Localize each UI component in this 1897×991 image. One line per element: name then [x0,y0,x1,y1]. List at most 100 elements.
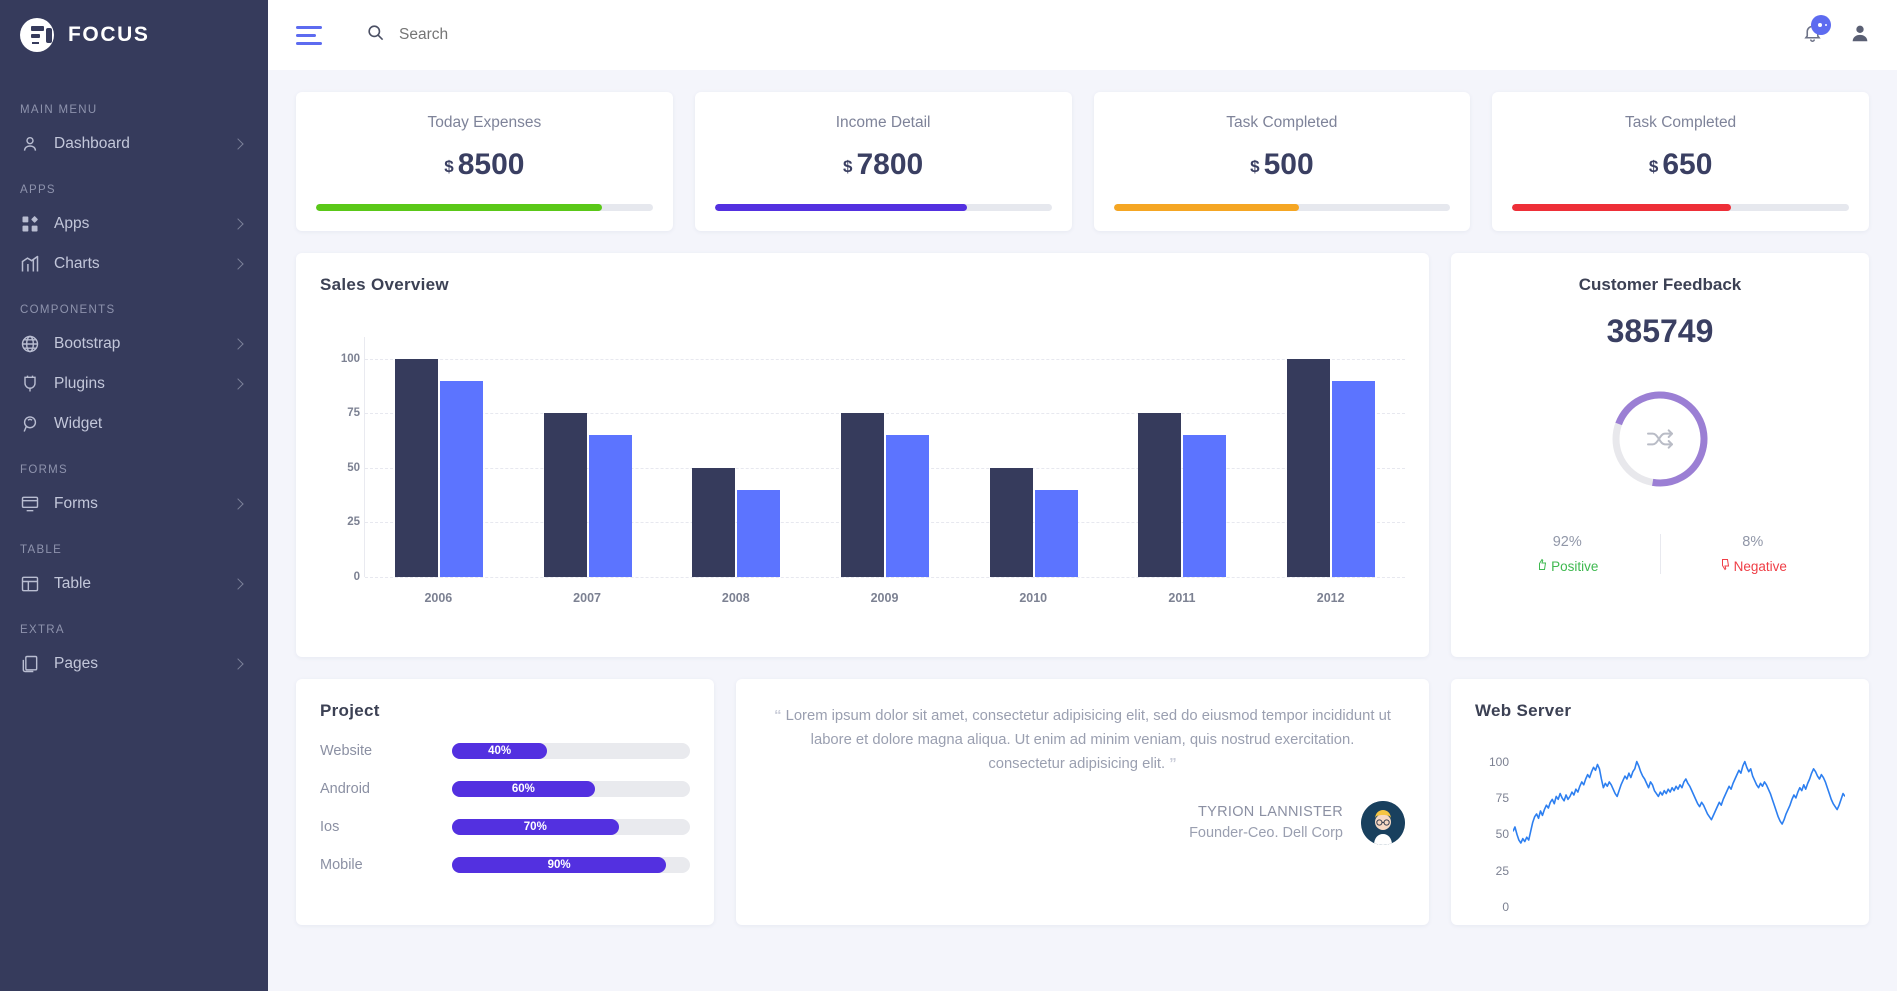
sidebar-item-forms[interactable]: Forms [0,484,268,524]
sales-x-axis: 2006 2007 2008 2009 2010 2011 2012 [364,591,1405,605]
sidebar-section-table: TABLE [20,544,63,556]
sales-bar[interactable] [692,467,736,577]
sidebar-section-apps: APPS [20,184,56,196]
stat-card-value: $500 [1250,148,1314,181]
project-rows: Website 40% Android 60% Ios 70% Mobile 90% [320,743,690,873]
project-percent-label: 70% [523,821,547,833]
sales-x-tick: 2011 [1168,591,1196,605]
search-box[interactable] [366,23,659,47]
sidebar-item-label: Pages [54,655,98,672]
sales-bar[interactable] [1138,413,1182,577]
stat-card: Task Completed $500 [1093,92,1471,231]
sales-bar-group [365,358,514,577]
web-server-y-tick: 50 [1495,827,1509,842]
positive-percent: 92% [1552,534,1582,550]
sidebar-section-main-menu: MAIN MENU [20,104,98,116]
sidebar-item-dashboard[interactable]: Dashboard [0,124,268,164]
project-card: Project Website 40% Android 60% Ios 70% Mobile… [296,679,714,925]
project-progress-track: 60% [452,781,690,797]
hamburger-icon[interactable] [296,21,322,50]
sidebar-section-extra: EXTRA [20,624,65,636]
close-quote-icon: ” [1169,755,1177,772]
chevron-right-icon [232,378,244,390]
sidebar-item-label: Charts [54,255,100,272]
project-progress-track: 90% [452,857,690,873]
stat-progress-track [1113,204,1451,211]
project-progress-fill[interactable]: 40% [452,743,548,759]
search-input[interactable] [399,26,659,44]
thumbs-down-icon [1719,558,1731,574]
stat-progress-fill [714,204,968,211]
chevron-right-icon [232,138,244,150]
sales-x-tick: 2012 [1316,591,1345,605]
user-avatar-icon[interactable] [1849,22,1871,49]
sidebar-item-table[interactable]: Table [0,564,268,604]
project-progress-fill[interactable]: 90% [452,857,667,873]
sales-bar[interactable] [737,489,781,577]
web-server-y-tick: 100 [1488,754,1509,769]
pages-copy-icon [20,654,40,674]
sales-bar[interactable] [1286,358,1330,577]
sales-bar[interactable] [395,358,439,577]
sales-overview-title: Sales Overview [320,275,449,294]
sales-bar[interactable] [440,380,484,577]
sidebar-item-label: Forms [54,495,98,512]
negative-label-row: Negative [1661,558,1846,574]
sales-bar-group [959,467,1108,577]
sidebar-item-apps[interactable]: Apps [0,204,268,244]
widget-icon [20,414,40,434]
sidebar-item-plugins[interactable]: Plugins [0,364,268,404]
feedback-positive: 92% Positive [1475,534,1660,574]
project-row-label: Ios [320,819,340,835]
sales-bar[interactable] [989,467,1033,577]
sales-bar-chart: 100 75 50 25 0 2006 2007 2008 2009 2010 2011 2012 [320,337,1405,639]
bell-icon[interactable] [1802,15,1831,48]
sidebar-item-bootstrap[interactable]: Bootstrap [0,324,268,364]
sales-bar-group [1108,413,1257,577]
project-row: Ios 70% [320,819,690,835]
sales-bar[interactable] [1331,380,1375,577]
overview-row: Sales Overview 100 75 50 25 0 2006 2007 2008 20… [296,253,1869,657]
feedback-donut [1609,388,1711,490]
web-server-line [1513,747,1845,907]
topbar [268,0,1897,70]
project-title: Project [320,701,380,720]
table-layout-icon [20,574,40,594]
testimonial-meta: TYRION LANNISTER Founder-Ceo. Dell Corp [1189,804,1343,841]
web-server-y-tick: 75 [1495,790,1509,805]
sidebar-item-label: Table [54,575,92,592]
sales-overview-card: Sales Overview 100 75 50 25 0 2006 2007 2008 20… [296,253,1429,657]
notification-badge [1811,15,1831,35]
search-icon [366,23,385,47]
sidebar-item-widget[interactable]: Widget [0,404,268,444]
sales-bar[interactable] [543,413,587,577]
sales-bar[interactable] [1034,489,1078,577]
sales-bar[interactable] [1183,435,1227,577]
testimonial-footer: TYRION LANNISTER Founder-Ceo. Dell Corp [760,800,1405,845]
open-quote-icon: “ [774,708,782,724]
sales-bar-group [1256,358,1405,577]
sales-bar[interactable] [886,435,930,577]
positive-label-row: Positive [1475,558,1660,574]
sales-y-tick: 100 [340,352,360,365]
stat-card-value: $650 [1648,148,1713,181]
sidebar-item-charts[interactable]: Charts [0,244,268,284]
sales-bar[interactable] [588,435,632,577]
shuffle-icon [1609,388,1711,490]
currency-symbol: $ [1250,157,1260,176]
sales-bar-group [662,467,811,577]
sales-y-tick: 0 [353,571,360,583]
web-server-y-axis: 100 75 50 25 0 [1475,747,1509,914]
sidebar: FOCUS MAIN MENU Dashboard APPS Apps Charts CO… [0,0,268,991]
project-progress-fill[interactable]: 60% [452,781,595,797]
sales-bar[interactable] [841,413,885,577]
sales-y-tick: 25 [347,516,360,529]
negative-percent: 8% [1742,534,1764,550]
project-progress-fill[interactable]: 70% [452,819,619,835]
brand[interactable]: FOCUS [0,0,268,70]
web-server-y-tick: 25 [1495,863,1509,878]
sidebar-item-pages[interactable]: Pages [0,644,268,684]
customer-feedback-card: Customer Feedback 385749 92% Positive 8%… [1451,253,1869,657]
sales-bar-groups [365,337,1405,577]
focus-logo-icon [20,18,54,52]
